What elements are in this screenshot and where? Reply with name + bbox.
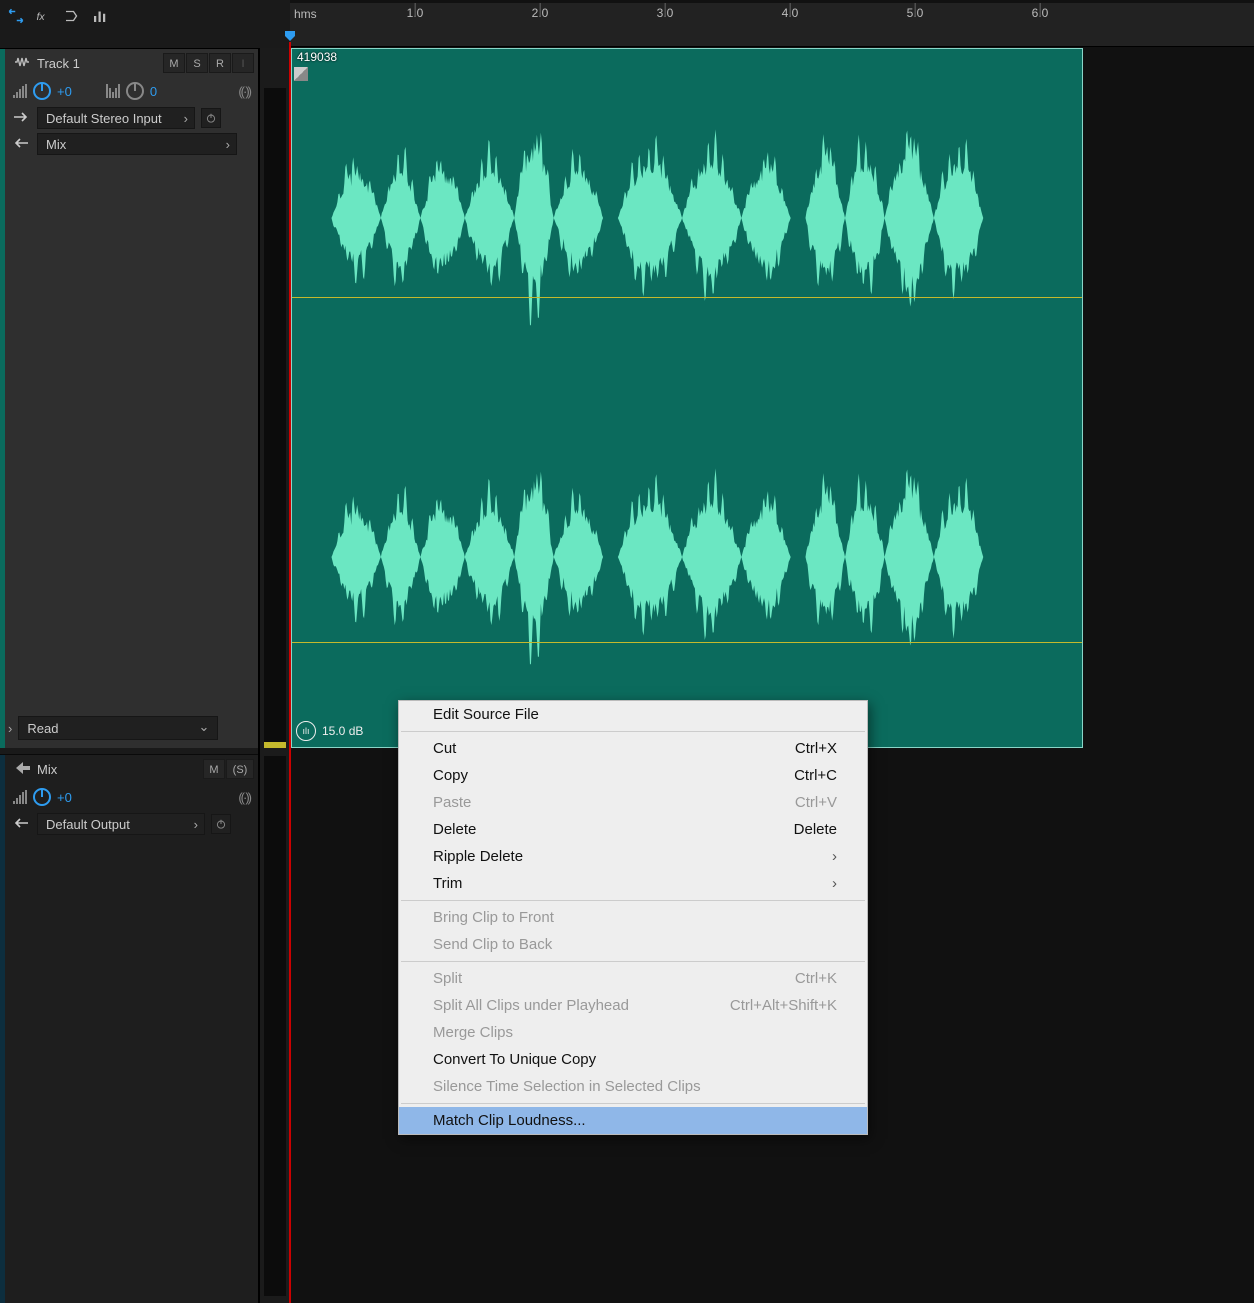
ruler-tick: 1.0 — [407, 6, 424, 20]
mix-header: Mix M (S) — [5, 755, 258, 783]
submenu-arrow-icon: › — [832, 875, 837, 892]
menu-paste: PasteCtrl+V — [399, 789, 867, 816]
mute-button[interactable]: M — [163, 53, 185, 73]
mix-color-accent — [0, 755, 5, 1303]
context-menu: Edit Source File CutCtrl+X CopyCtrl+C Pa… — [398, 700, 868, 1135]
eq-icon[interactable] — [86, 2, 114, 30]
mix-output-arrow-icon — [13, 817, 31, 832]
ruler-tick: 4.0 — [782, 6, 799, 20]
waveform-right — [292, 69, 1082, 747]
menu-split-all: Split All Clips under PlayheadCtrl+Alt+S… — [399, 992, 867, 1019]
svg-text:fx: fx — [37, 11, 46, 23]
input-monitor-button[interactable]: I — [232, 53, 254, 73]
menu-copy[interactable]: CopyCtrl+C — [399, 762, 867, 789]
pan-value[interactable]: 0 — [150, 84, 157, 99]
ruler-tick: 6.0 — [1032, 6, 1049, 20]
automation-line-bot[interactable] — [292, 642, 1082, 643]
menu-send-back: Send Clip to Back — [399, 931, 867, 958]
automation-mode-select[interactable]: Read — [18, 716, 218, 740]
mix-mute-button[interactable]: M — [203, 759, 225, 779]
menu-separator — [401, 731, 865, 732]
input-arrow-icon — [13, 111, 31, 126]
stereo-icon: ((·)) — [238, 84, 250, 99]
ruler-tick: 3.0 — [657, 6, 674, 20]
menu-unique-copy[interactable]: Convert To Unique Copy — [399, 1046, 867, 1073]
mix-output-row: Default Output — [5, 811, 258, 837]
input-row: Default Stereo Input — [5, 105, 258, 131]
ripple-edit-icon[interactable] — [2, 2, 30, 30]
pan-knob[interactable] — [126, 82, 144, 100]
track-color-accent — [0, 49, 5, 748]
menu-separator — [401, 1103, 865, 1104]
pan-icon — [106, 84, 120, 98]
menu-silence: Silence Time Selection in Selected Clips — [399, 1073, 867, 1100]
menu-ripple-delete[interactable]: Ripple Delete› — [399, 843, 867, 870]
audio-clip[interactable]: 419038 — [291, 48, 1083, 748]
input-select[interactable]: Default Stereo Input — [37, 107, 195, 129]
mix-volume-value[interactable]: +0 — [57, 790, 72, 805]
toolbar-left-group: fx — [0, 0, 116, 32]
mix-volume-knob[interactable] — [33, 788, 51, 806]
menu-merge: Merge Clips — [399, 1019, 867, 1046]
output-select[interactable]: Mix — [37, 133, 237, 155]
clip-label: 419038 — [294, 49, 340, 66]
menu-delete[interactable]: DeleteDelete — [399, 816, 867, 843]
clip-gain-badge[interactable]: ılı 15.0 dB — [296, 721, 363, 741]
automation-line-top[interactable] — [292, 297, 1082, 298]
input-fx-power[interactable] — [201, 108, 221, 128]
track-type-icon — [13, 56, 33, 71]
record-button[interactable]: R — [209, 53, 231, 73]
menu-separator — [401, 961, 865, 962]
output-arrow-icon — [13, 137, 31, 152]
output-row: Mix — [5, 131, 258, 157]
track-volume-row: +0 0 ((·)) — [5, 77, 258, 105]
time-ruler[interactable]: hms 1.0 2.0 3.0 4.0 5.0 6.0 — [290, 3, 1254, 47]
solo-button[interactable]: S — [186, 53, 208, 73]
menu-bring-front: Bring Clip to Front — [399, 904, 867, 931]
mix-solo-button[interactable]: (S) — [226, 759, 254, 779]
track-meter — [264, 88, 286, 748]
mix-type-icon — [13, 761, 33, 778]
menu-cut[interactable]: CutCtrl+X — [399, 735, 867, 762]
volume-knob[interactable] — [33, 82, 51, 100]
ruler-unit: hms — [294, 7, 317, 21]
menu-edit-source[interactable]: Edit Source File — [399, 701, 867, 728]
meter-strip — [258, 48, 290, 1303]
sends-icon[interactable] — [58, 2, 86, 30]
menu-separator — [401, 900, 865, 901]
ruler-tick: 5.0 — [907, 6, 924, 20]
volume-value[interactable]: +0 — [57, 84, 72, 99]
gain-value: 15.0 dB — [322, 724, 363, 738]
mix-fx-power[interactable] — [211, 814, 231, 834]
submenu-arrow-icon: › — [832, 848, 837, 865]
track-panel: Track 1 M S R I +0 0 ((·)) Default Stere… — [0, 48, 258, 748]
mix-panel: Mix M (S) +0 ((·)) Default Output — [0, 754, 258, 1303]
playhead-marker[interactable] — [284, 30, 296, 42]
track-name[interactable]: Track 1 — [33, 56, 162, 71]
fx-icon[interactable]: fx — [30, 2, 58, 30]
gain-icon: ılı — [296, 721, 316, 741]
mix-vol-icon — [13, 790, 27, 804]
track-header: Track 1 M S R I — [5, 49, 258, 77]
mix-name[interactable]: Mix — [33, 762, 202, 777]
menu-trim[interactable]: Trim› — [399, 870, 867, 897]
automation-row: › Read — [8, 716, 218, 740]
expand-chevron-icon[interactable]: › — [8, 721, 12, 736]
menu-split: SplitCtrl+K — [399, 965, 867, 992]
mix-stereo-icon: ((·)) — [238, 790, 250, 805]
mix-meter — [264, 756, 286, 1296]
mix-output-select[interactable]: Default Output — [37, 813, 205, 835]
menu-match-loudness[interactable]: Match Clip Loudness... — [399, 1107, 867, 1134]
mix-volume-row: +0 ((·)) — [5, 783, 258, 811]
ruler-tick: 2.0 — [532, 6, 549, 20]
vol-icon — [13, 84, 27, 98]
